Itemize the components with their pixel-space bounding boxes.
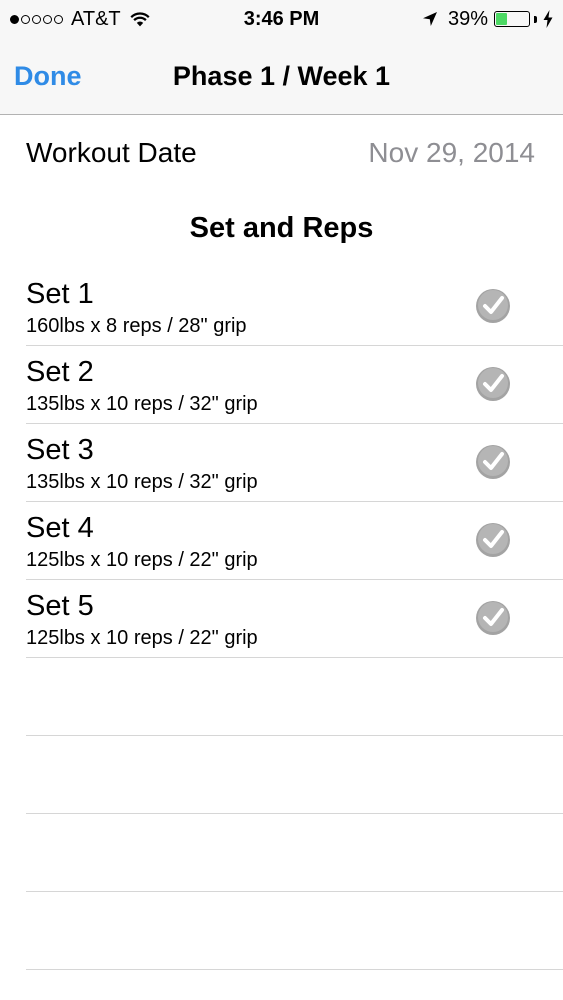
battery-cap — [534, 15, 537, 23]
status-bar: AT&T 3:46 PM 39% — [0, 0, 563, 40]
status-right: 39% — [422, 6, 553, 32]
workout-date-value[interactable]: Nov 29, 2014 — [368, 137, 535, 169]
set-row[interactable]: Set 1 160lbs x 8 reps / 28" grip — [26, 268, 563, 346]
battery-level — [496, 13, 508, 25]
set-title: Set 2 — [26, 356, 94, 388]
empty-row — [26, 814, 563, 892]
empty-row — [26, 892, 563, 970]
set-row[interactable]: Set 3 135lbs x 10 reps / 32" grip — [26, 424, 563, 502]
battery-icon — [494, 11, 530, 27]
workout-date-row[interactable]: Workout Date Nov 29, 2014 — [26, 115, 535, 191]
section-title: Set and Reps — [189, 212, 374, 244]
set-detail: 160lbs x 8 reps / 28" grip — [26, 315, 247, 337]
done-button[interactable]: Done — [14, 40, 82, 114]
checkmark-icon[interactable] — [475, 522, 511, 558]
set-list: Set 1 160lbs x 8 reps / 28" grip Set 2 1… — [26, 268, 563, 970]
empty-row — [26, 658, 563, 736]
checkmark-icon[interactable] — [475, 600, 511, 636]
battery-percent: 39% — [447, 7, 488, 30]
checkmark-icon[interactable] — [475, 444, 511, 480]
navigation-bar: Phase 1 / Week 1 Done — [0, 40, 563, 115]
empty-row — [26, 736, 563, 814]
checkmark-icon[interactable] — [475, 288, 511, 324]
set-title: Set 3 — [26, 434, 94, 466]
set-title: Set 4 — [26, 512, 94, 544]
set-row[interactable]: Set 4 125lbs x 10 reps / 22" grip — [26, 502, 563, 580]
location-arrow-icon — [422, 12, 437, 26]
checkmark-icon[interactable] — [475, 366, 511, 402]
set-detail: 125lbs x 10 reps / 22" grip — [26, 549, 258, 571]
set-row[interactable]: Set 2 135lbs x 10 reps / 32" grip — [26, 346, 563, 424]
set-detail: 135lbs x 10 reps / 32" grip — [26, 393, 258, 415]
charging-bolt-icon — [543, 10, 553, 28]
set-detail: 135lbs x 10 reps / 32" grip — [26, 471, 258, 493]
set-title: Set 5 — [26, 590, 94, 622]
set-row[interactable]: Set 5 125lbs x 10 reps / 22" grip — [26, 580, 563, 658]
workout-date-label: Workout Date — [26, 137, 197, 168]
page-title: Phase 1 / Week 1 — [172, 61, 391, 91]
set-detail: 125lbs x 10 reps / 22" grip — [26, 627, 258, 649]
set-title: Set 1 — [26, 278, 94, 310]
